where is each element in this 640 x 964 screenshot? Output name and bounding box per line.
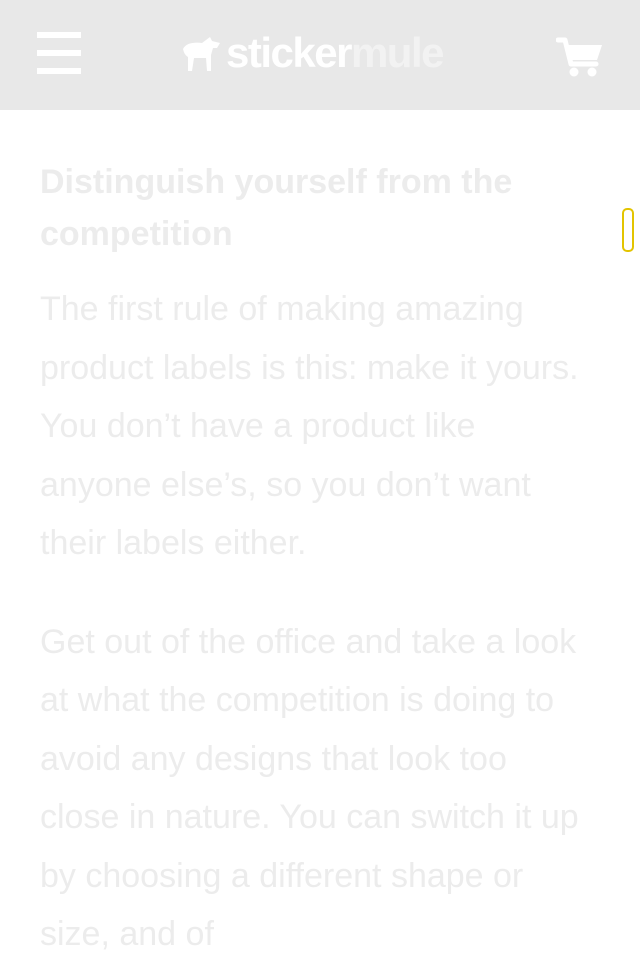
logo-text-sticker: sticker (226, 29, 352, 76)
mule-logo-icon (183, 37, 220, 71)
scroll-position-indicator[interactable] (622, 208, 634, 252)
stickermule-logo[interactable]: stickermule (180, 29, 445, 76)
menu-bar-line (37, 32, 81, 38)
cart-glyph (555, 37, 602, 77)
article-content: Distinguish yourself from the competitio… (40, 156, 588, 964)
shopping-cart-icon[interactable] (555, 36, 604, 78)
logo-text-mule: mule (350, 29, 445, 76)
top-navigation-bar: stickermule (0, 0, 640, 110)
hamburger-menu-icon[interactable] (37, 32, 81, 74)
article-paragraph: Get out of the office and take a look at… (40, 622, 579, 954)
article-paragraph: The first rule of making amazing product… (40, 290, 579, 562)
menu-bar-line (37, 68, 81, 74)
section-heading: Distinguish yourself from the competitio… (40, 163, 513, 253)
menu-bar-line (37, 50, 81, 56)
